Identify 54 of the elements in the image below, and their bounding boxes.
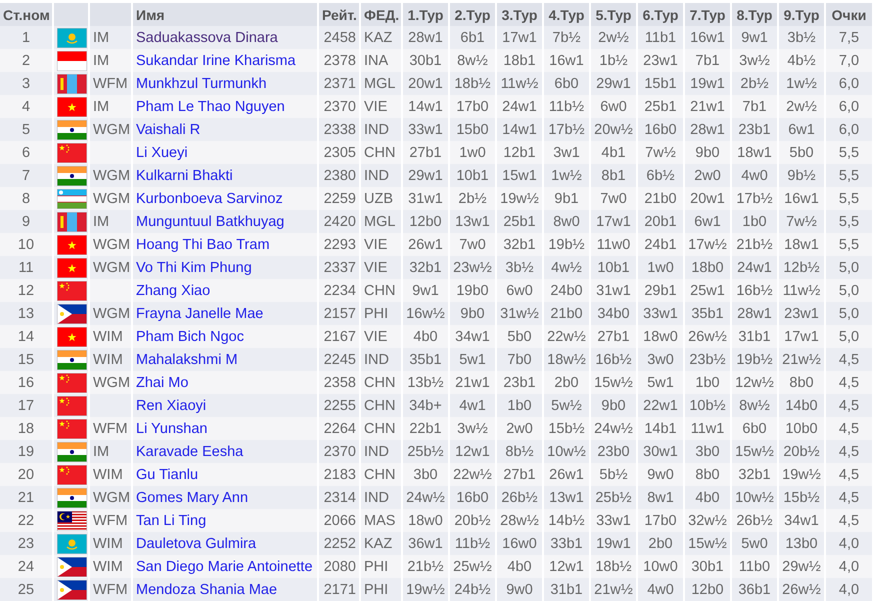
flag-icon xyxy=(57,580,87,600)
player-link[interactable]: Frayna Janelle Mae xyxy=(136,306,264,322)
player-link[interactable]: Munkhzul Turmunkh xyxy=(136,76,267,92)
player-link[interactable]: Kurbonboeva Sarvinoz xyxy=(136,190,283,206)
player-link[interactable]: Zhai Mo xyxy=(136,374,188,390)
player-link[interactable]: Gu Tianlu xyxy=(136,466,198,482)
table-cell: 21w½ xyxy=(590,578,637,601)
player-link[interactable]: Zhang Xiao xyxy=(136,282,210,298)
player-link[interactable]: Karavade Eesha xyxy=(136,444,244,460)
table-cell: PHI xyxy=(360,578,402,601)
table-cell: 25 xyxy=(0,578,53,601)
player-link[interactable]: Pham Bich Ngoc xyxy=(136,328,244,344)
table-cell: 19w½ xyxy=(402,578,449,601)
table-cell: 12b0 xyxy=(684,578,731,601)
column-header[interactable]: 9.Тур xyxy=(778,3,825,26)
player-link[interactable]: Vo Thi Kim Phung xyxy=(136,260,252,276)
table-cell: 4,0 xyxy=(825,578,873,601)
table-cell: 9w0 xyxy=(496,578,543,601)
table-cell: 24b½ xyxy=(449,578,496,601)
column-header[interactable]: 3.Тур xyxy=(496,3,543,26)
player-link[interactable]: Vaishali R xyxy=(136,122,200,138)
player-link[interactable]: Mendoza Shania Mae xyxy=(136,582,278,598)
column-header[interactable]: 5.Тур xyxy=(590,3,637,26)
column-header[interactable]: 6.Тур xyxy=(637,3,684,26)
column-header[interactable]: 8.Тур xyxy=(731,3,778,26)
table-cell: WFM xyxy=(89,578,132,601)
column-header[interactable]: Имя xyxy=(132,3,318,26)
player-link[interactable]: Li Yunshan xyxy=(136,420,208,436)
table-cell: 31b1 xyxy=(543,578,590,601)
column-header[interactable]: 7.Тур xyxy=(684,3,731,26)
table-cell: 2171 xyxy=(318,578,360,601)
column-header[interactable]: 1.Тур xyxy=(402,3,449,26)
player-link[interactable]: Sukandar Irine Kharisma xyxy=(136,52,296,68)
player-link[interactable]: Ren Xiaoyi xyxy=(136,398,206,414)
column-header[interactable]: 4.Тур xyxy=(543,3,590,26)
player-link[interactable]: Munguntuul Batkhuyag xyxy=(136,214,284,230)
player-link[interactable]: Saduakassova Dinara xyxy=(136,30,278,46)
player-link[interactable]: Gomes Mary Ann xyxy=(136,490,248,506)
column-header[interactable]: 2.Тур xyxy=(449,3,496,26)
player-link[interactable]: Mahalakshmi M xyxy=(136,352,238,368)
player-link[interactable]: San Diego Marie Antoinette xyxy=(136,558,313,574)
column-header[interactable]: Ст.ном xyxy=(0,3,53,26)
table-cell: 26w½ xyxy=(778,578,825,601)
column-header[interactable]: ФЕД. xyxy=(360,3,402,26)
player-link[interactable]: Kulkarni Bhakti xyxy=(136,168,233,184)
player-link[interactable]: Tan Li Ting xyxy=(136,512,206,528)
table-cell: 4w0 xyxy=(637,578,684,601)
table-cell: 36b1 xyxy=(731,578,778,601)
column-header[interactable]: Очки xyxy=(825,3,873,26)
player-link[interactable]: Pham Le Thao Nguyen xyxy=(136,98,285,114)
player-link[interactable]: Hoang Thi Bao Tram xyxy=(136,236,270,252)
column-header[interactable]: Рейт. xyxy=(318,3,360,26)
player-link[interactable]: Dauletova Gulmira xyxy=(136,536,256,552)
player-link[interactable]: Li Xueyi xyxy=(136,144,188,160)
